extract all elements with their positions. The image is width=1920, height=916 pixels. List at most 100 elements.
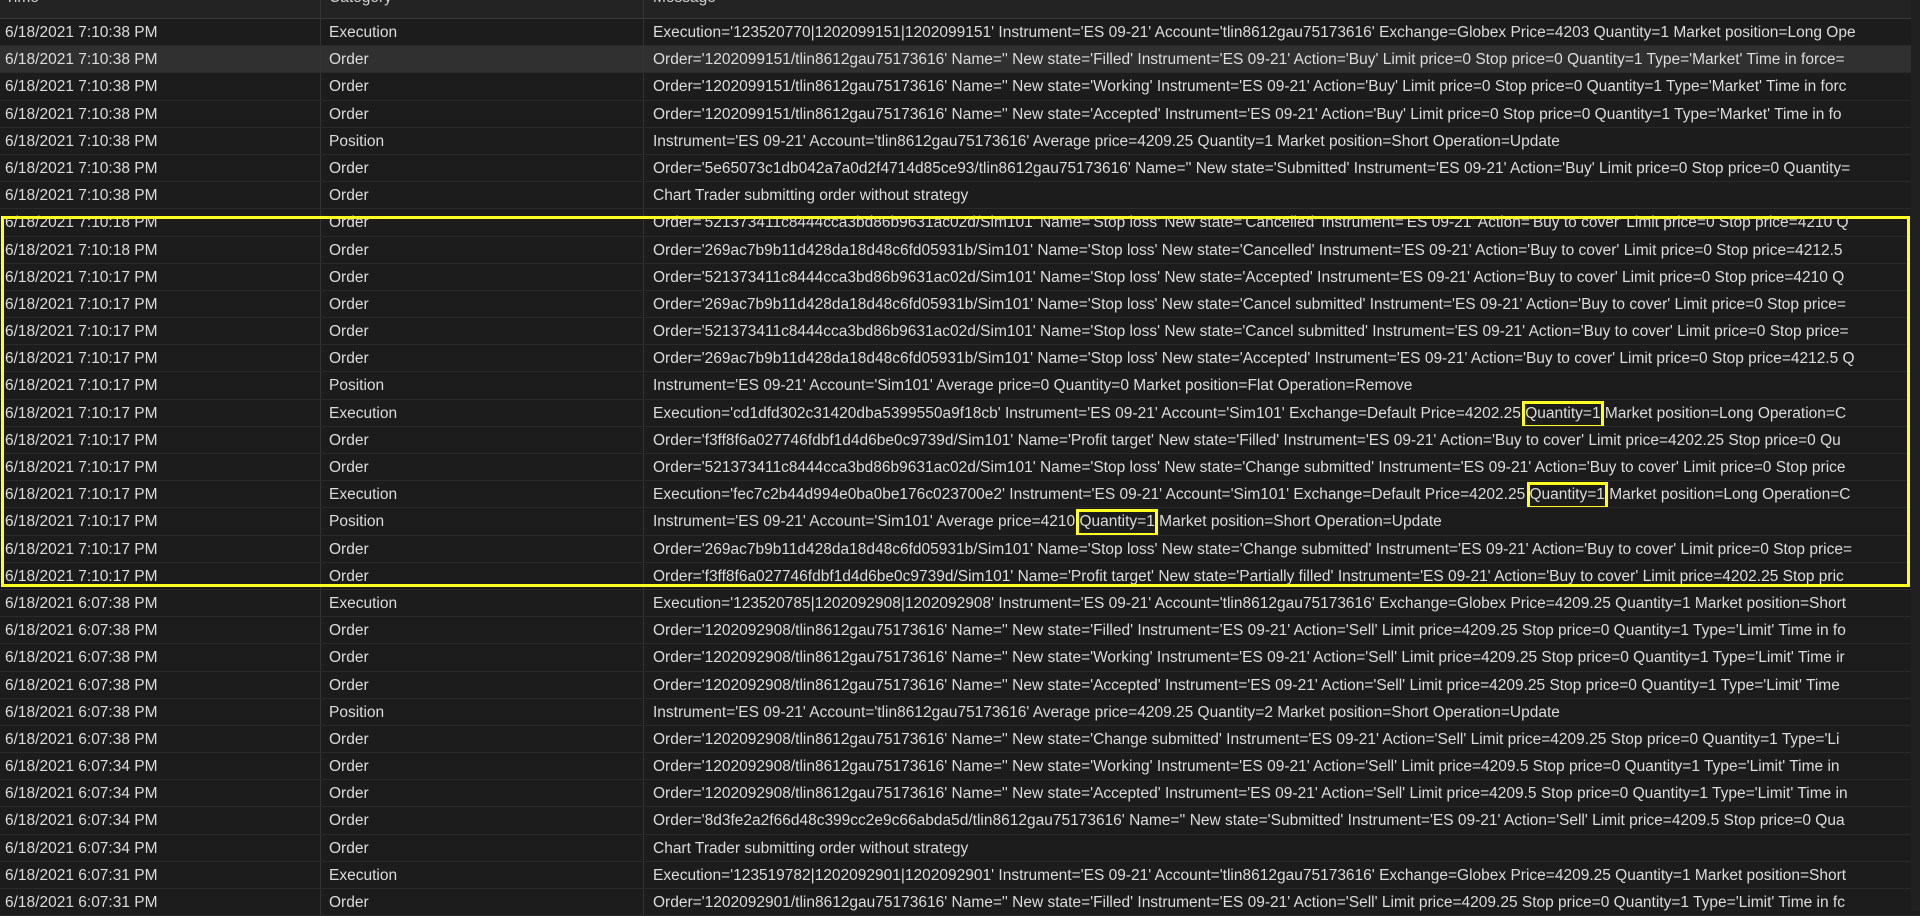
log-row[interactable]: 6/18/2021 7:10:38 PM Execution Execution='… xyxy=(0,19,1920,47)
log-time: 6/18/2021 7:10:38 PM xyxy=(0,182,321,209)
log-row[interactable]: 6/18/2021 7:10:18 PM Order Order='52137341… xyxy=(0,209,1920,237)
log-time: 6/18/2021 6:07:34 PM xyxy=(0,753,321,780)
log-time: 6/18/2021 7:10:17 PM xyxy=(0,290,321,318)
log-row[interactable]: 6/18/2021 6:07:34 PM Order Order='8d3fe2a2… xyxy=(0,807,1920,835)
log-row[interactable]: 6/18/2021 7:10:17 PM Order Order='f3ff8f6a… xyxy=(0,426,1920,454)
log-header: Time Category Message xyxy=(0,0,1920,19)
log-message: Instrument='ES 09-21' Account='tlin8612g… xyxy=(653,703,1560,721)
column-header-message[interactable]: Message xyxy=(644,0,1920,18)
log-row[interactable]: 6/18/2021 6:07:38 PM Order Order='12020929… xyxy=(0,671,1920,699)
log-time: 6/18/2021 7:10:17 PM xyxy=(0,508,321,535)
log-row[interactable]: 6/18/2021 7:10:17 PM Order Order='269ac7b9… xyxy=(0,535,1920,563)
log-row[interactable]: 6/18/2021 7:10:38 PM Order Order='12020991… xyxy=(0,100,1920,128)
log-message: Order='1202092908/tlin8612gau75173616' N… xyxy=(653,758,1840,776)
log-row[interactable]: 6/18/2021 6:07:38 PM Order Order='12020929… xyxy=(0,617,1920,645)
log-time: 6/18/2021 7:10:17 PM xyxy=(0,318,321,345)
log-time: 6/18/2021 7:10:17 PM xyxy=(0,562,321,589)
log-category: Position xyxy=(321,508,644,535)
log-message: Order='f3ff8f6a027746fdbf1d4d6be0c9739d/… xyxy=(653,431,1841,449)
log-message: Order='269ac7b9b11d428da18d48c6fd05931b/… xyxy=(653,540,1853,558)
log-time: 6/18/2021 7:10:18 PM xyxy=(0,236,321,263)
log-time: 6/18/2021 6:07:34 PM xyxy=(0,807,321,834)
log-row[interactable]: 6/18/2021 7:10:18 PM Order Order='269ac7b9… xyxy=(0,236,1920,264)
log-row[interactable]: 6/18/2021 6:07:31 PM Order Order='12020929… xyxy=(0,889,1920,916)
column-header-time[interactable]: Time xyxy=(0,0,321,18)
log-time: 6/18/2021 6:07:34 PM xyxy=(0,834,321,861)
log-message: Order='521373411c8444cca3bd86b9631ac02d/… xyxy=(653,268,1845,286)
log-message: Order='1202092908/tlin8612gau75173616' N… xyxy=(653,730,1840,748)
log-category: Order xyxy=(321,345,644,372)
log-message: Order='1202099151/tlin8612gau75173616' N… xyxy=(653,51,1845,69)
log-row[interactable]: 6/18/2021 7:10:38 PM Position Instrument='… xyxy=(0,127,1920,155)
log-time: 6/18/2021 7:10:38 PM xyxy=(0,100,321,127)
log-row[interactable]: 6/18/2021 7:10:17 PM Order Order='52137341… xyxy=(0,318,1920,346)
log-message: Order='1202092908/tlin8612gau75173616' N… xyxy=(653,676,1840,694)
log-time: 6/18/2021 7:10:17 PM xyxy=(0,454,321,481)
column-header-category[interactable]: Category xyxy=(321,0,644,18)
log-message-text: Execution='fec7c2b44d994e0ba0be176c02370… xyxy=(653,486,1530,504)
log-row[interactable]: 6/18/2021 6:07:38 PM Position Instrument='… xyxy=(0,698,1920,726)
log-row[interactable]: 6/18/2021 7:10:17 PM Order Order='52137341… xyxy=(0,454,1920,482)
log-category: Order xyxy=(321,73,644,100)
log-row[interactable]: 6/18/2021 7:10:38 PM Order Order='5e65073c… xyxy=(0,154,1920,183)
log-message-text: Market position=Short Operation=Update xyxy=(1154,513,1442,531)
log-message: Order='521373411c8444cca3bd86b9631ac02d/… xyxy=(653,459,1846,476)
log-row[interactable]: 6/18/2021 7:10:17 PM Position Instrument='… xyxy=(0,372,1920,400)
log-row[interactable]: 6/18/2021 7:10:38 PM Order Order='12020991… xyxy=(0,73,1920,101)
log-category: Position xyxy=(321,372,644,399)
log-category: Order xyxy=(321,318,644,345)
log-message: Execution='123520785|1202092908|12020929… xyxy=(653,594,1847,612)
log-time: 6/18/2021 7:10:17 PM xyxy=(0,263,321,290)
log-row[interactable]: 6/18/2021 7:10:17 PM Order Order='f3ff8f6a… xyxy=(0,562,1920,590)
log-category: Execution xyxy=(321,19,644,46)
log-message: Order='269ac7b9b11d428da18d48c6fd05931b/… xyxy=(653,241,1843,259)
vertical-scrollbar[interactable] xyxy=(1911,0,1920,911)
log-message: Execution='123519782|1202092901|12020929… xyxy=(653,866,1847,884)
log-row[interactable]: 6/18/2021 6:07:34 PM Order Chart Trader su… xyxy=(0,834,1920,862)
log-row[interactable]: 6/18/2021 7:10:17 PM Execution Execution='… xyxy=(0,481,1920,509)
log-row[interactable]: 6/18/2021 6:07:38 PM Order Order='12020929… xyxy=(0,644,1920,672)
log-category: Position xyxy=(321,698,644,725)
log-grid: Time Category Message 6/18/2021 7:10:38 … xyxy=(0,0,1920,916)
log-row[interactable]: 6/18/2021 7:10:17 PM Order Order='269ac7b9… xyxy=(0,290,1920,319)
log-time: 6/18/2021 6:07:31 PM xyxy=(0,889,321,916)
log-message: Order='1202099151/tlin8612gau75173616' N… xyxy=(653,78,1847,96)
log-row[interactable]: 6/18/2021 7:10:38 PM Order Chart Trader su… xyxy=(0,182,1920,210)
log-row[interactable]: 6/18/2021 6:07:31 PM Execution Execution='… xyxy=(0,861,1920,889)
log-category: Position xyxy=(321,127,644,154)
log-row[interactable]: 6/18/2021 6:07:38 PM Order Order='12020929… xyxy=(0,725,1920,754)
log-row[interactable]: 6/18/2021 6:07:34 PM Order Order='12020929… xyxy=(0,780,1920,808)
log-row[interactable]: 6/18/2021 7:10:17 PM Order Order='269ac7b9… xyxy=(0,345,1920,373)
log-message: Order='1202092908/tlin8612gau75173616' N… xyxy=(653,622,1846,640)
log-time: 6/18/2021 7:10:17 PM xyxy=(0,345,321,372)
log-time: 6/18/2021 7:10:38 PM xyxy=(0,127,321,154)
log-message: Execution='123520770|1202099151|12020991… xyxy=(653,24,1856,41)
log-message: Instrument='ES 09-21' Account='tlin8612g… xyxy=(653,132,1560,150)
log-row[interactable]: 6/18/2021 7:10:17 PM Order Order='52137341… xyxy=(0,263,1920,291)
log-category: Order xyxy=(321,290,644,318)
log-category: Order xyxy=(321,209,644,236)
log-time: 6/18/2021 6:07:38 PM xyxy=(0,617,321,644)
log-message: Order='1202092908/tlin8612gau75173616' N… xyxy=(653,649,1845,667)
log-row[interactable]: 6/18/2021 6:07:38 PM Execution Execution='… xyxy=(0,589,1920,618)
log-row[interactable]: 6/18/2021 7:10:17 PM Position Instrument='… xyxy=(0,508,1920,536)
log-row[interactable]: 6/18/2021 7:10:38 PM Order Order='12020991… xyxy=(0,46,1920,74)
log-time: 6/18/2021 7:10:38 PM xyxy=(0,154,321,182)
log-category: Order xyxy=(321,725,644,753)
log-category: Order xyxy=(321,46,644,73)
log-time: 6/18/2021 6:07:34 PM xyxy=(0,780,321,807)
log-message: Instrument='ES 09-21' Account='Sim101' A… xyxy=(644,508,1920,534)
log-category: Order xyxy=(321,834,644,861)
log-row[interactable]: 6/18/2021 6:07:34 PM Order Order='12020929… xyxy=(0,753,1920,781)
log-row[interactable]: 6/18/2021 7:10:17 PM Execution Execution='… xyxy=(0,399,1920,427)
log-category: Order xyxy=(321,263,644,290)
log-message: Execution='fec7c2b44d994e0ba0be176c02370… xyxy=(644,481,1920,507)
log-message: Order='1202099151/tlin8612gau75173616' N… xyxy=(653,105,1842,123)
log-category: Order xyxy=(321,617,644,644)
log-category: Execution xyxy=(321,861,644,888)
log-category: Order xyxy=(321,100,644,127)
log-message-text: Instrument='ES 09-21' Account='Sim101' A… xyxy=(653,513,1080,531)
log-message: Order='269ac7b9b11d428da18d48c6fd05931b/… xyxy=(653,350,1855,368)
log-category: Order xyxy=(321,644,644,671)
log-message: Order='521373411c8444cca3bd86b9631ac02d/… xyxy=(653,214,1849,232)
